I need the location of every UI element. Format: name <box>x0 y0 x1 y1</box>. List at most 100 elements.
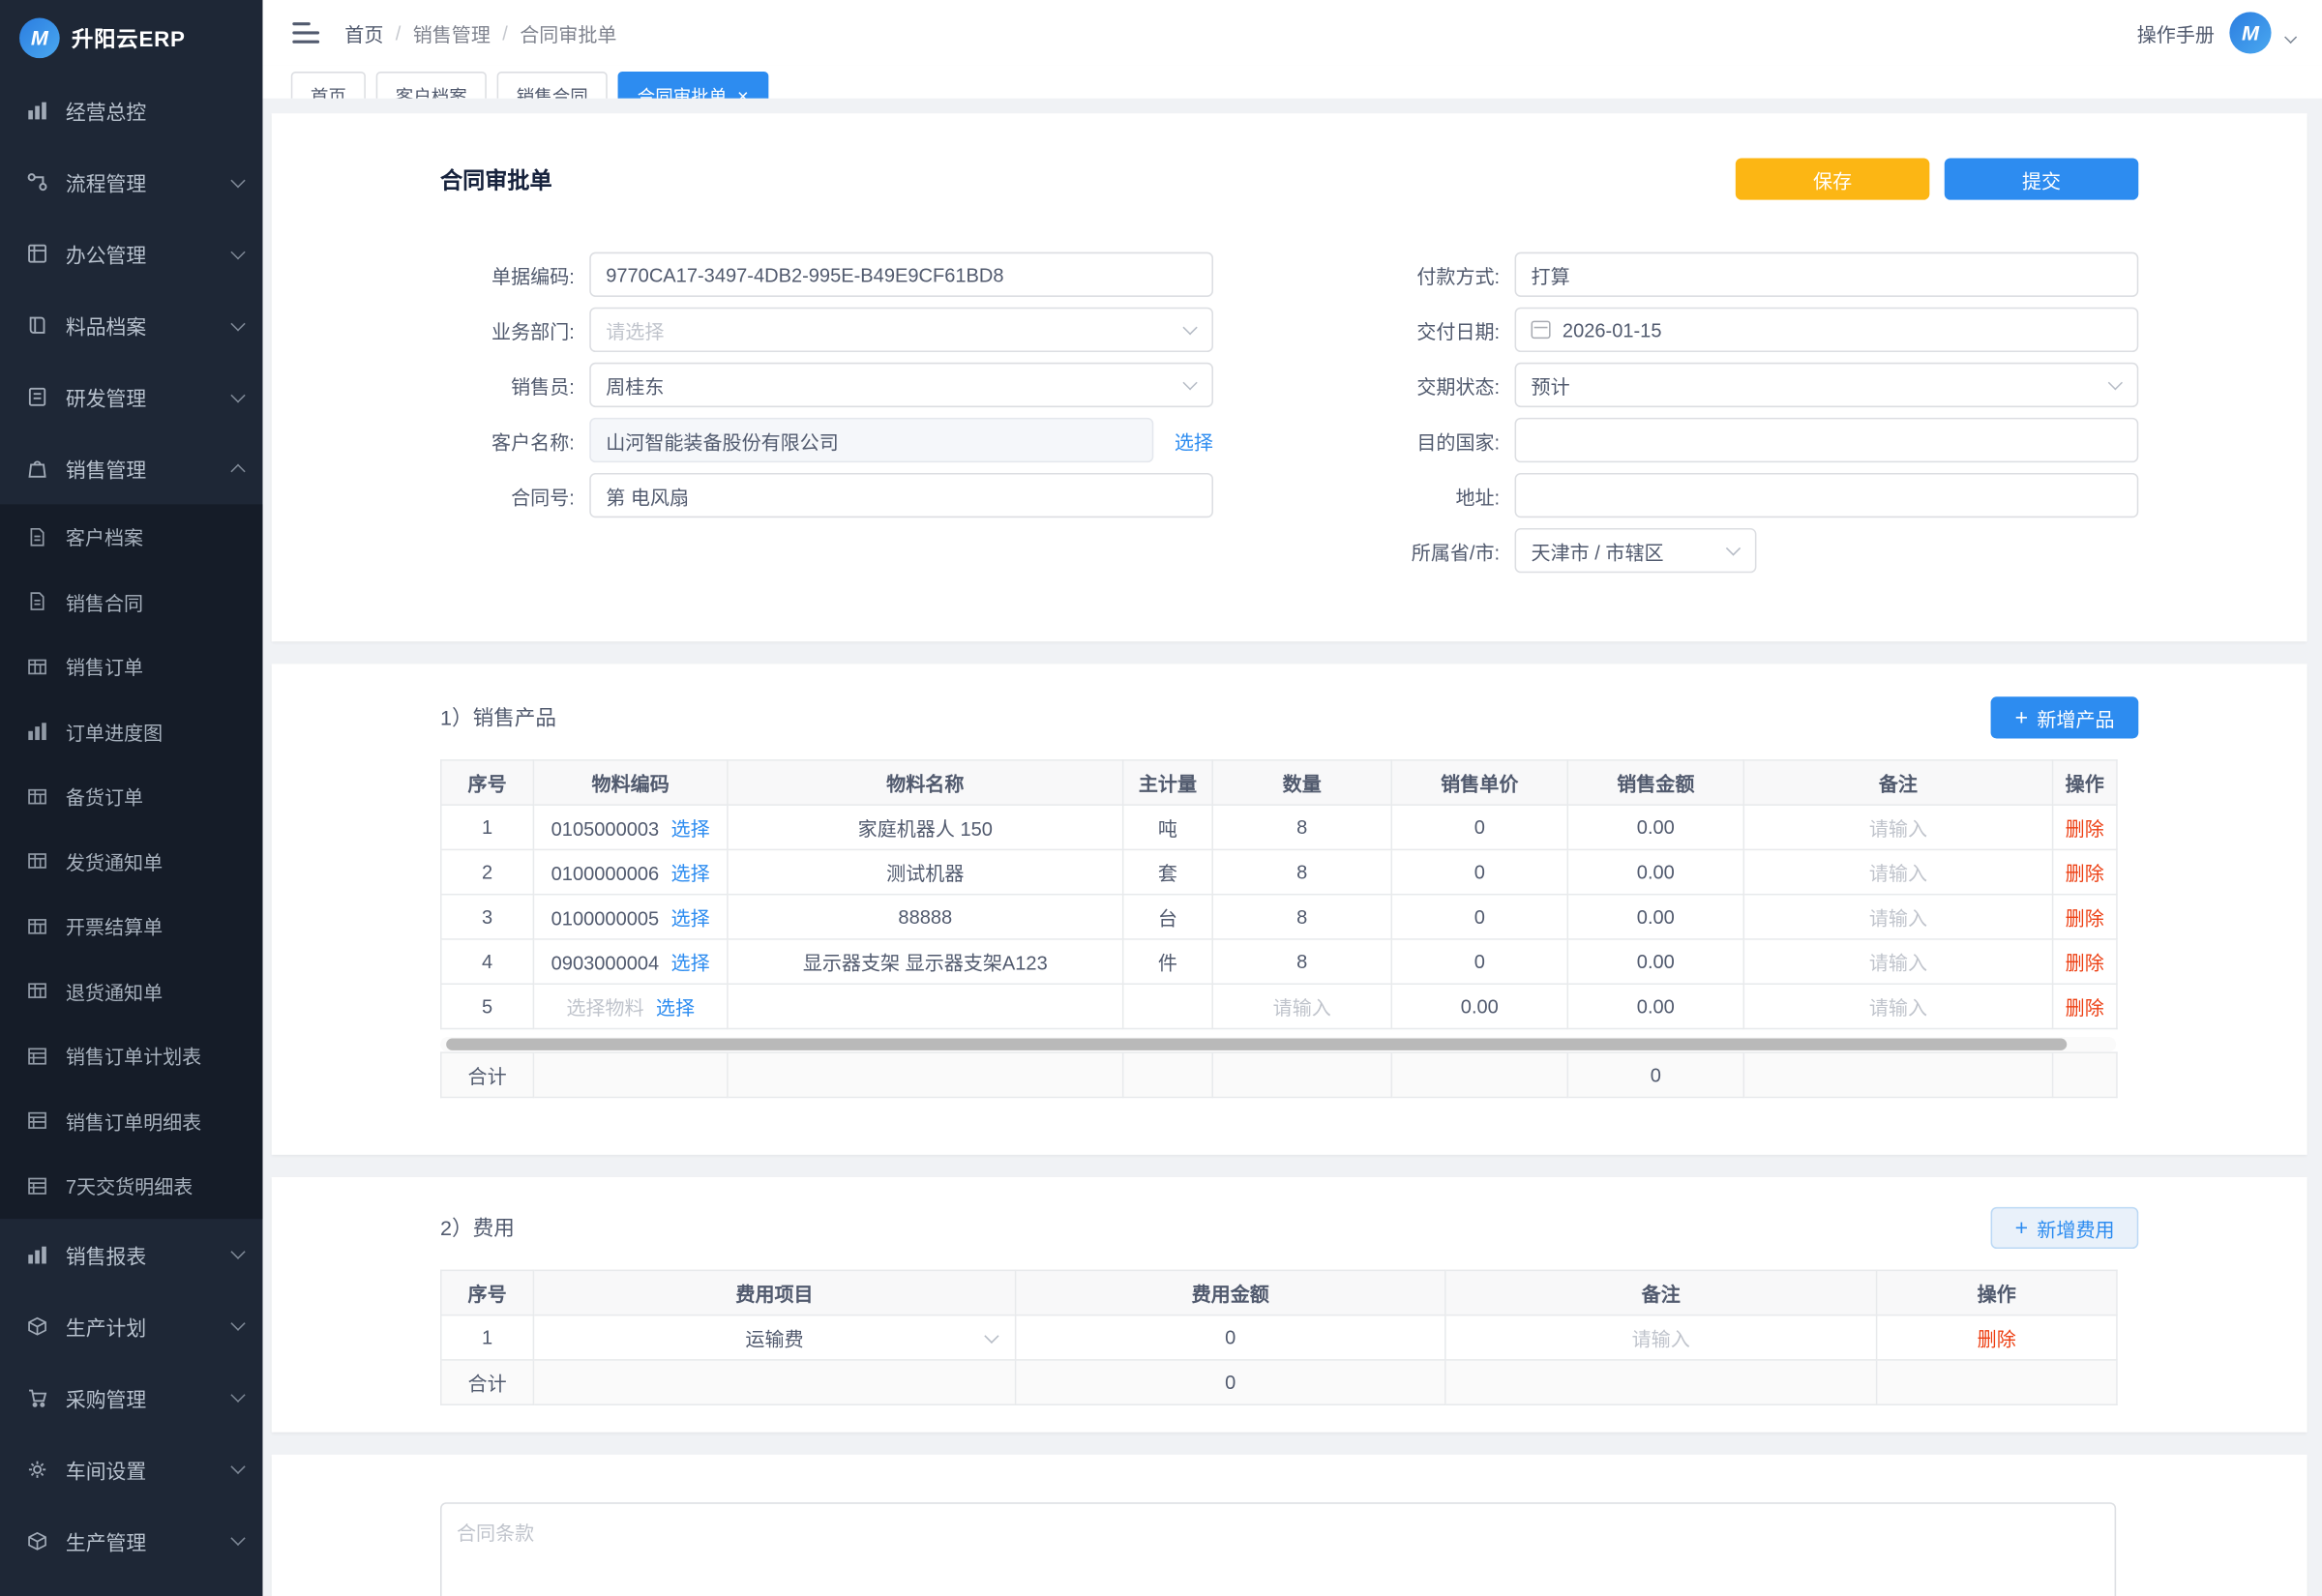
tab[interactable]: 合同审批单× <box>618 72 768 99</box>
amount-cell: 0.00 <box>1567 895 1743 939</box>
cascader-field[interactable]: 天津市 / 市辖区 <box>1515 528 1757 573</box>
choose-link[interactable]: 选择 <box>671 863 710 885</box>
qty-cell[interactable]: 8 <box>1212 849 1391 894</box>
qty-cell[interactable]: 8 <box>1212 895 1391 939</box>
text-field[interactable] <box>1515 418 2139 462</box>
remark-cell[interactable]: 请输入 <box>1743 805 2052 849</box>
tab[interactable]: 销售合同 <box>497 72 608 99</box>
horizontal-scrollbar[interactable] <box>440 1037 2116 1051</box>
sidebar-item[interactable]: 销售订单计划表 <box>0 1023 262 1088</box>
date-field[interactable]: 2026-01-15 <box>1515 308 2139 352</box>
sidebar-item[interactable]: 采购管理 <box>0 1361 262 1433</box>
remark-cell[interactable]: 请输入 <box>1743 939 2052 984</box>
field-label: 交付日期: <box>1365 315 1514 343</box>
fee-amount-cell[interactable]: 0 <box>1016 1315 1445 1360</box>
remark-cell[interactable]: 请输入 <box>1743 849 2052 894</box>
choose-link[interactable]: 选择 <box>671 817 710 840</box>
chevron-down-icon[interactable] <box>2284 31 2297 44</box>
qty-cell[interactable]: 8 <box>1212 939 1391 984</box>
price-cell[interactable]: 0 <box>1391 939 1567 984</box>
remark-cell[interactable]: 请输入 <box>1743 895 2052 939</box>
breadcrumb-item[interactable]: 首页 <box>344 18 383 46</box>
app-logo[interactable]: M 升阳云ERP <box>0 0 262 74</box>
material-code-cell[interactable]: 0105000003选择 <box>533 805 728 849</box>
remark-cell[interactable]: 请输入 <box>1743 984 2052 1028</box>
sidebar-item-label: 7天交货明细表 <box>66 1171 244 1199</box>
sidebar-item[interactable]: 料品档案 <box>0 289 262 361</box>
text-field[interactable]: 第 电风扇 <box>589 473 1213 517</box>
material-code-cell[interactable]: 选择物料选择 <box>533 984 728 1028</box>
sidebar-item[interactable]: 生产计划 <box>0 1289 262 1361</box>
material-code-cell[interactable]: 0100000005选择 <box>533 895 728 939</box>
breadcrumb-item: 合同审批单 <box>520 18 616 46</box>
readonly-field: 山河智能装备股份有限公司 <box>589 418 1153 462</box>
add-fee-button[interactable]: + 新增费用 <box>1991 1207 2138 1249</box>
close-icon[interactable]: × <box>737 86 749 99</box>
sidebar-item[interactable]: 退货通知单 <box>0 959 262 1023</box>
qty-cell[interactable]: 8 <box>1212 805 1391 849</box>
sidebar-item[interactable]: 开票结算单 <box>0 894 262 959</box>
sidebar-item[interactable]: 7天交货明细表 <box>0 1153 262 1218</box>
chevron-down-icon <box>230 1388 245 1403</box>
tab[interactable]: 客户档案 <box>376 72 487 99</box>
sidebar-item[interactable]: 经营总控 <box>0 74 262 146</box>
terms-textarea[interactable]: 合同条款 <box>440 1502 2116 1596</box>
sidebar-item[interactable]: 销售合同 <box>0 569 262 634</box>
delete-link[interactable]: 删除 <box>1978 1328 2016 1350</box>
form-row: 合同号:第 电风扇 <box>440 471 1213 518</box>
choose-link[interactable]: 选择 <box>671 907 710 930</box>
sidebar-item[interactable]: 发货通知单 <box>0 829 262 894</box>
material-code-cell[interactable]: 0903000004选择 <box>533 939 728 984</box>
manual-link[interactable]: 操作手册 <box>2137 18 2215 46</box>
sidebar-item-label: 退货通知单 <box>66 977 244 1005</box>
delete-link[interactable]: 删除 <box>2066 817 2104 840</box>
scrollbar-thumb[interactable] <box>446 1039 2067 1050</box>
save-button[interactable]: 保存 <box>1736 158 1930 199</box>
sidebar-item[interactable]: 销售订单明细表 <box>0 1088 262 1153</box>
sidebar-item[interactable]: 办公管理 <box>0 218 262 289</box>
price-cell[interactable]: 0 <box>1391 849 1567 894</box>
select-field[interactable]: 周桂东 <box>589 363 1213 407</box>
top-header: 首页/销售管理/合同审批单 操作手册 M <box>262 0 2322 66</box>
tab[interactable]: 首页 <box>291 72 366 99</box>
sidebar-item[interactable]: 车间设置 <box>0 1433 262 1504</box>
price-cell[interactable]: 0.00 <box>1391 984 1567 1028</box>
sidebar-item[interactable]: 研发管理 <box>0 361 262 432</box>
collapse-menu-icon[interactable] <box>292 22 319 44</box>
select-field[interactable]: 预计 <box>1515 363 2139 407</box>
sidebar-item[interactable]: 销售订单 <box>0 635 262 699</box>
price-cell[interactable]: 0 <box>1391 895 1567 939</box>
fee-item-cell[interactable]: 运输费 <box>533 1315 1015 1360</box>
text-field[interactable]: 9770CA17-3497-4DB2-995E-B49E9CF61BD8 <box>589 252 1213 297</box>
sidebar-item[interactable]: 备货订单 <box>0 764 262 829</box>
select-field[interactable]: 请选择 <box>589 308 1213 352</box>
sidebar-item[interactable]: 流程管理 <box>0 146 262 218</box>
avatar[interactable]: M <box>2229 12 2271 53</box>
calendar-icon <box>1532 321 1551 340</box>
add-product-button[interactable]: + 新增产品 <box>1991 696 2138 738</box>
choose-link[interactable]: 选择 <box>656 996 695 1019</box>
sidebar-item[interactable]: 销售管理 <box>0 432 262 504</box>
sidebar-item-label: 研发管理 <box>66 382 233 412</box>
delete-link[interactable]: 删除 <box>2066 907 2104 930</box>
delete-link[interactable]: 删除 <box>2066 952 2104 974</box>
sidebar-item[interactable]: 订单进度图 <box>0 699 262 764</box>
sidebar-item[interactable]: 生产管理 <box>0 1505 262 1577</box>
submit-button[interactable]: 提交 <box>1945 158 2139 199</box>
delete-link[interactable]: 删除 <box>2066 996 2104 1019</box>
qty-cell[interactable]: 请输入 <box>1212 984 1391 1028</box>
price-cell[interactable]: 0 <box>1391 805 1567 849</box>
material-code-cell[interactable]: 0100000006选择 <box>533 849 728 894</box>
choose-link[interactable]: 选择 <box>671 952 710 974</box>
delete-link[interactable]: 删除 <box>2066 863 2104 885</box>
remark-cell[interactable]: 请输入 <box>1445 1315 1877 1360</box>
chevron-down-icon <box>230 1460 245 1474</box>
research-icon <box>27 386 51 407</box>
choose-link[interactable]: 选择 <box>1175 426 1213 454</box>
fees-card: 2）费用 + 新增费用 序号费用项目费用金额备注操作1运输费0请输入删除合计0 <box>272 1177 2307 1433</box>
text-field[interactable] <box>1515 473 2139 517</box>
sidebar-item[interactable]: 销售报表 <box>0 1218 262 1289</box>
sidebar-item[interactable]: 客户档案 <box>0 504 262 569</box>
action-cell: 删除 <box>2053 984 2117 1028</box>
text-field[interactable]: 打算 <box>1515 252 2139 297</box>
